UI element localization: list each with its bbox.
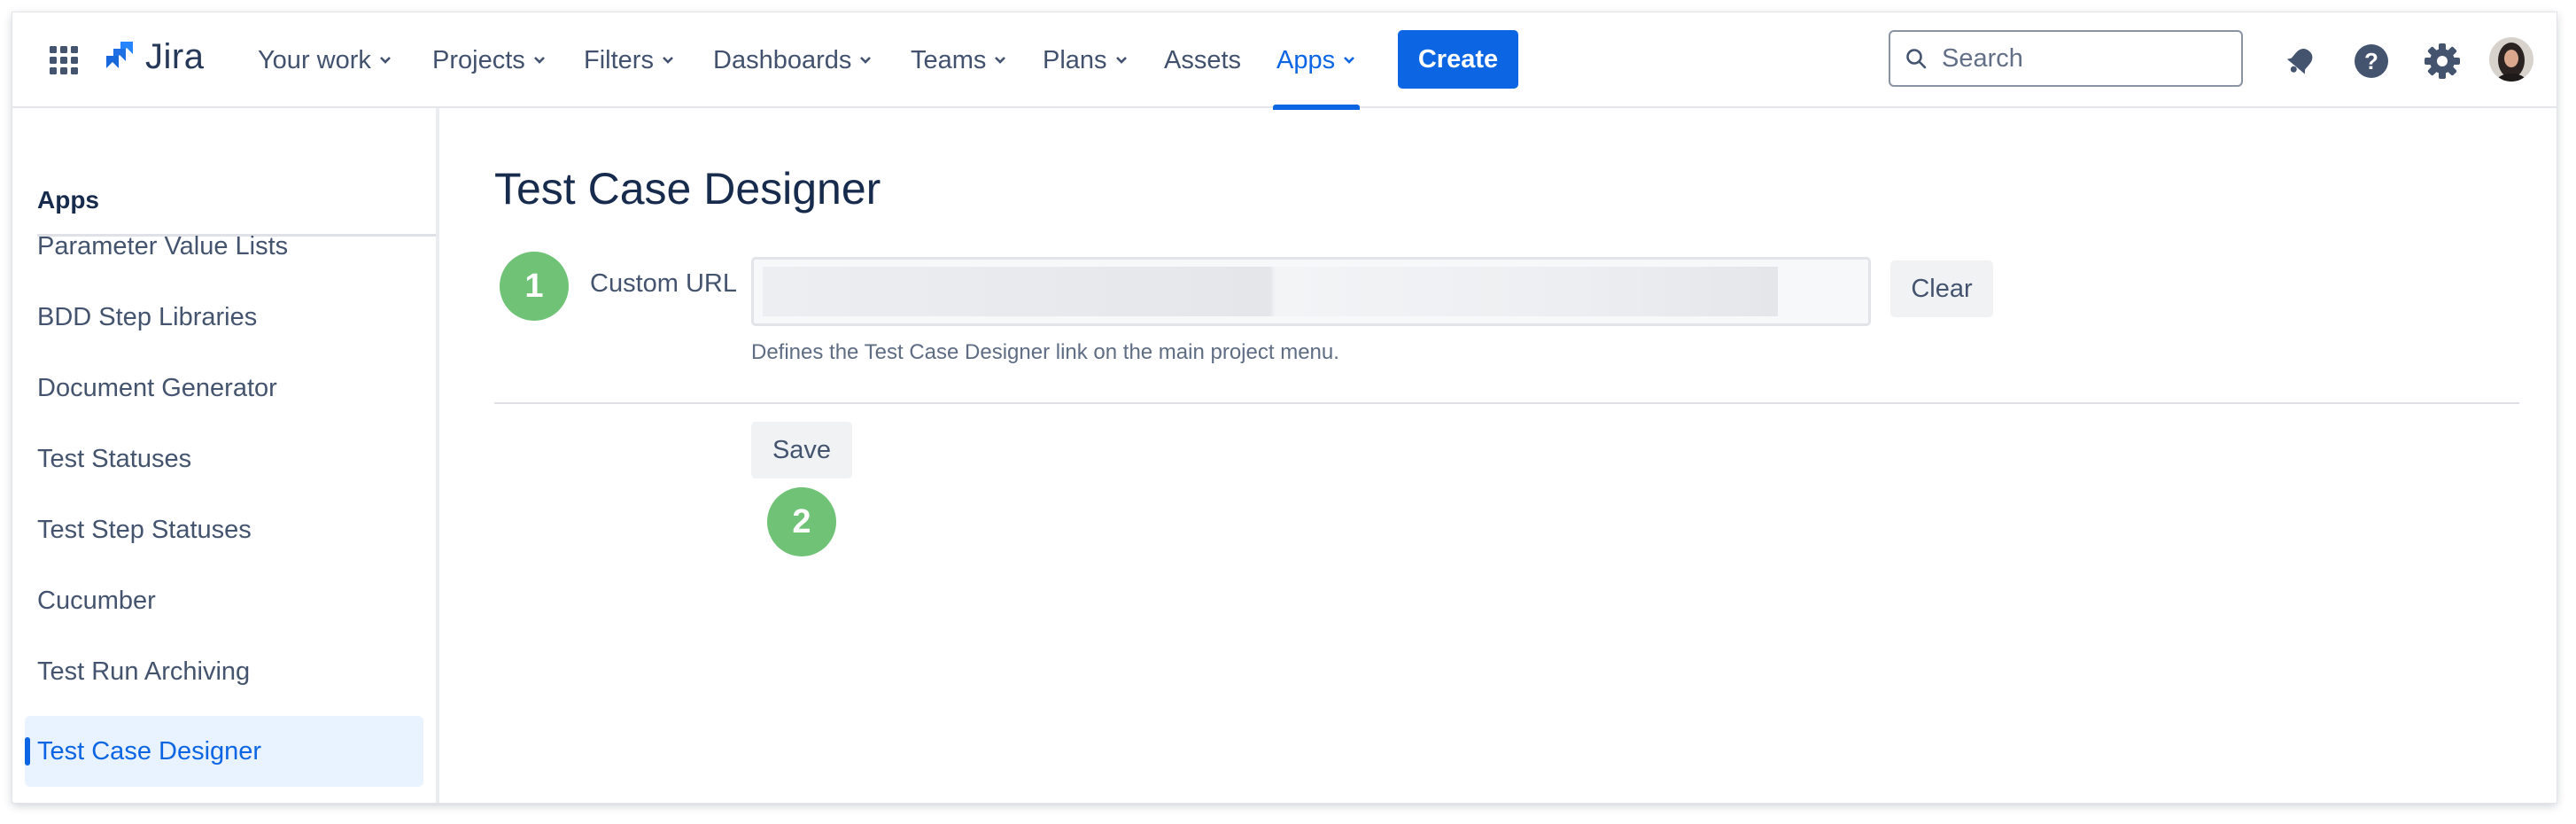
sidebar: Apps Parameter Value Lists BDD Step Libr…	[12, 108, 439, 803]
sidebar-item-label: Test Case Designer	[37, 736, 262, 766]
form-divider	[494, 402, 2519, 404]
chevron-down-icon	[1115, 57, 1127, 64]
sidebar-item-parameter-value-lists[interactable]: Parameter Value Lists	[37, 232, 288, 261]
nav-label: Your work	[258, 45, 371, 74]
search-icon	[1906, 49, 1927, 69]
search-input[interactable]	[1940, 43, 2227, 74]
nav-projects[interactable]: Projects	[432, 12, 547, 108]
chevron-down-icon	[533, 57, 545, 64]
help-icon[interactable]: ?	[2353, 43, 2390, 80]
step-badge-2: 2	[767, 487, 836, 556]
jira-logo[interactable]: Jira	[101, 37, 204, 77]
sidebar-item-test-statuses[interactable]: Test Statuses	[37, 445, 191, 474]
nav-label: Teams	[911, 45, 987, 74]
nav-dashboards[interactable]: Dashboards	[713, 12, 873, 108]
sidebar-item-bdd-step-libraries[interactable]: BDD Step Libraries	[37, 303, 257, 332]
nav-label: Filters	[584, 45, 654, 74]
chevron-down-icon	[995, 57, 1006, 64]
sidebar-item-document-generator[interactable]: Document Generator	[37, 374, 277, 403]
nav-label: Assets	[1164, 45, 1242, 74]
search-box[interactable]	[1889, 30, 2243, 87]
save-button[interactable]: Save	[751, 422, 852, 478]
avatar[interactable]	[2489, 37, 2533, 82]
create-button[interactable]: Create	[1398, 30, 1518, 89]
redacted-url-value	[763, 267, 1778, 316]
nav-apps[interactable]: Apps	[1272, 12, 1361, 110]
nav-label: Apps	[1276, 45, 1336, 74]
nav-plans[interactable]: Plans	[1043, 12, 1129, 108]
sidebar-heading: Apps	[37, 186, 99, 214]
nav-assets[interactable]: Assets	[1164, 12, 1241, 108]
custom-url-helper-text: Defines the Test Case Designer link on t…	[751, 340, 1339, 364]
top-navigation: Jira Your work Projects Filters Dashboar…	[12, 12, 2557, 110]
custom-url-label: Custom URL	[590, 269, 737, 298]
chevron-down-icon	[1344, 57, 1355, 64]
app-window: Jira Your work Projects Filters Dashboar…	[12, 12, 2557, 803]
notifications-icon[interactable]	[2282, 43, 2319, 80]
sidebar-item-test-run-archiving[interactable]: Test Run Archiving	[37, 657, 250, 687]
sidebar-item-test-step-statuses[interactable]: Test Step Statuses	[37, 516, 252, 545]
jira-logo-text: Jira	[145, 37, 205, 76]
nav-label: Dashboards	[713, 45, 852, 74]
svg-text:?: ?	[2364, 48, 2378, 74]
jira-logo-icon	[106, 41, 133, 68]
settings-icon[interactable]	[2424, 43, 2461, 80]
nav-your-work[interactable]: Your work	[258, 12, 392, 108]
user-avatar-icon	[2489, 37, 2533, 82]
page-title: Test Case Designer	[494, 164, 881, 214]
sidebar-item-cucumber[interactable]: Cucumber	[37, 587, 156, 616]
app-switcher-icon[interactable]	[48, 44, 80, 76]
nav-filters[interactable]: Filters	[584, 12, 675, 108]
nav-teams[interactable]: Teams	[911, 12, 1007, 108]
sidebar-item-test-case-designer[interactable]: Test Case Designer	[25, 716, 423, 787]
chevron-down-icon	[663, 57, 673, 64]
step-badge-1: 1	[500, 252, 569, 321]
clear-button[interactable]: Clear	[1890, 260, 1993, 317]
nav-label: Projects	[432, 45, 525, 74]
chevron-down-icon	[860, 57, 872, 64]
nav-label: Plans	[1043, 45, 1107, 74]
custom-url-input[interactable]	[751, 257, 1871, 326]
chevron-down-icon	[379, 57, 391, 64]
